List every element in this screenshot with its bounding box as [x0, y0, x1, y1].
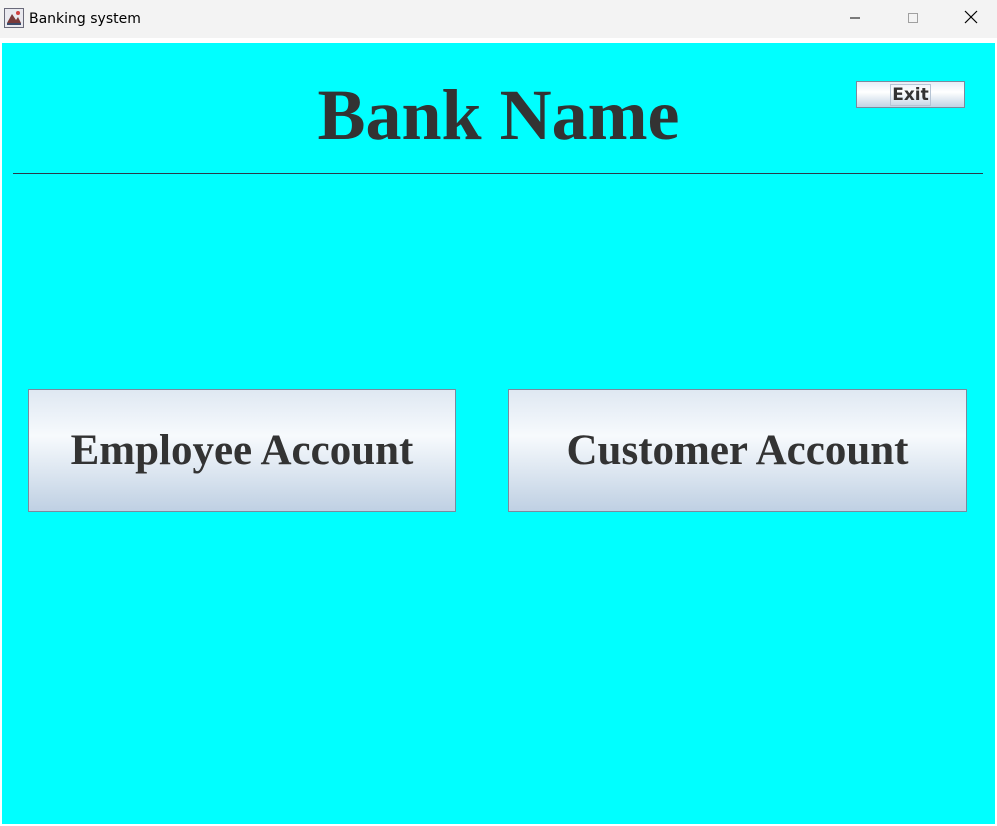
minimize-icon	[849, 9, 861, 28]
app-window: Banking system Bank Name Exit Employee A…	[0, 0, 997, 826]
java-app-icon[interactable]	[4, 8, 24, 28]
close-icon	[964, 9, 978, 28]
maximize-button[interactable]	[884, 0, 942, 36]
exit-button-label: Exit	[890, 83, 931, 106]
employee-account-button[interactable]: Employee Account	[28, 389, 456, 512]
customer-account-button[interactable]: Customer Account	[508, 389, 967, 512]
header-divider	[13, 173, 983, 174]
exit-button[interactable]: Exit	[856, 81, 965, 108]
main-panel: Bank Name Exit Employee Account Customer…	[2, 43, 995, 824]
close-button[interactable]	[942, 0, 997, 36]
title-bar[interactable]: Banking system	[0, 0, 997, 38]
bank-name-heading: Bank Name	[317, 75, 680, 155]
window-title: Banking system	[29, 11, 141, 27]
maximize-icon	[907, 9, 919, 28]
minimize-button[interactable]	[826, 0, 884, 36]
